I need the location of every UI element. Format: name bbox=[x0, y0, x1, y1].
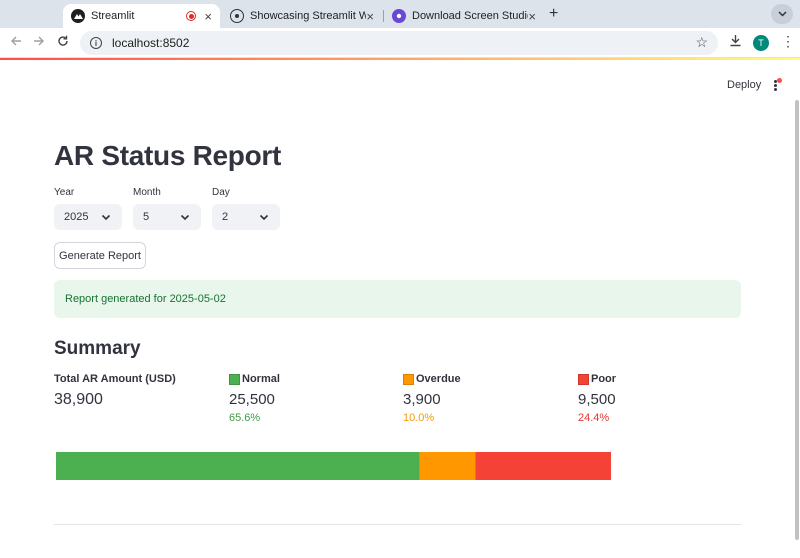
day-value: 2 bbox=[222, 211, 229, 223]
chevron-down-icon bbox=[259, 214, 269, 221]
metric-value: 38,900 bbox=[54, 391, 103, 408]
chevron-down-icon bbox=[101, 214, 111, 221]
app-main-menu-icon[interactable] bbox=[772, 78, 782, 92]
tab-title: Download Screen Studio for bbox=[412, 10, 528, 22]
screen-studio-favicon-icon bbox=[392, 9, 406, 23]
reload-icon[interactable] bbox=[57, 34, 69, 50]
url-text: localhost:8502 bbox=[112, 36, 190, 50]
chevron-down-icon bbox=[180, 214, 190, 221]
normal-metric: Normal 25,500 65.6% bbox=[229, 372, 280, 424]
ar-status-stacked-bar bbox=[56, 452, 611, 480]
green-square-icon bbox=[229, 373, 240, 385]
month-value: 5 bbox=[143, 211, 150, 223]
month-select[interactable]: 5 bbox=[133, 204, 201, 230]
back-arrow-icon[interactable] bbox=[10, 34, 22, 50]
poor-metric: Poor 9,500 24.4% bbox=[578, 372, 617, 424]
stacked-bar-svg bbox=[56, 452, 611, 480]
site-info-icon[interactable]: i bbox=[90, 37, 102, 49]
close-tab-icon[interactable]: × bbox=[204, 9, 212, 24]
total-ar-metric: Total AR Amount (USD) 38,900 bbox=[54, 372, 176, 408]
bar-segment-normal bbox=[56, 452, 420, 480]
metric-percentage: 24.4% bbox=[578, 412, 610, 424]
browser-tab-strip: Streamlit × Showcasing Streamlit Work × … bbox=[0, 0, 800, 28]
metric-percentage: 65.6% bbox=[229, 412, 261, 424]
day-select[interactable]: 2 bbox=[212, 204, 280, 230]
tab-screen-studio[interactable]: Download Screen Studio for × bbox=[384, 4, 544, 28]
close-tab-icon[interactable]: × bbox=[366, 9, 374, 24]
streamlit-favicon-icon bbox=[71, 9, 85, 23]
tab-title: Streamlit bbox=[91, 10, 135, 22]
metric-percentage: 10.0% bbox=[403, 412, 435, 424]
page-scrollbar[interactable] bbox=[795, 100, 799, 540]
month-label: Month bbox=[133, 187, 161, 198]
tab-showcasing[interactable]: Showcasing Streamlit Work × bbox=[222, 4, 382, 28]
generic-site-favicon-icon bbox=[230, 9, 244, 23]
metric-value: 25,500 bbox=[229, 391, 275, 408]
summary-header: Summary bbox=[54, 338, 141, 359]
notification-dot-icon bbox=[777, 78, 782, 83]
address-bar[interactable]: i localhost:8502 ☆ bbox=[80, 31, 718, 55]
page-title: AR Status Report bbox=[54, 140, 281, 171]
metric-label: Normal bbox=[242, 373, 280, 385]
tab-search-chevron-icon[interactable] bbox=[771, 4, 793, 24]
recording-icon bbox=[186, 11, 197, 21]
day-label: Day bbox=[212, 187, 230, 198]
success-alert: Report generated for 2025-05-02 bbox=[54, 280, 741, 318]
tab-streamlit[interactable]: Streamlit × bbox=[63, 4, 220, 28]
metric-label: Poor bbox=[591, 373, 617, 385]
year-select[interactable]: 2025 bbox=[54, 204, 122, 230]
metric-value: 3,900 bbox=[403, 391, 441, 408]
bar-segment-poor bbox=[475, 452, 611, 480]
profile-avatar[interactable]: T bbox=[753, 35, 769, 51]
overdue-metric: Overdue 3,900 10.0% bbox=[403, 372, 461, 424]
deploy-button[interactable]: Deploy bbox=[727, 79, 761, 91]
browser-toolbar: i localhost:8502 ☆ T ⋮ bbox=[0, 28, 800, 58]
metric-label: Overdue bbox=[416, 373, 461, 385]
bookmark-star-icon[interactable]: ☆ bbox=[695, 34, 708, 51]
new-tab-icon[interactable]: + bbox=[549, 5, 558, 23]
metric-value: 9,500 bbox=[578, 391, 616, 408]
close-tab-icon[interactable]: × bbox=[528, 9, 536, 24]
success-message: Report generated for 2025-05-02 bbox=[65, 293, 226, 305]
red-square-icon bbox=[578, 373, 589, 385]
bar-segment-overdue bbox=[419, 452, 476, 480]
year-label: Year bbox=[54, 187, 75, 198]
download-icon[interactable] bbox=[729, 34, 742, 50]
section-divider bbox=[54, 524, 741, 525]
generate-report-button[interactable]: Generate Report bbox=[54, 242, 146, 269]
tab-title: Showcasing Streamlit Work bbox=[250, 10, 367, 22]
orange-square-icon bbox=[403, 373, 414, 385]
year-value: 2025 bbox=[64, 211, 89, 223]
streamlit-app: Deploy AR Status Report Year 2025 Month … bbox=[0, 60, 800, 558]
browser-menu-icon[interactable]: ⋮ bbox=[781, 34, 795, 48]
forward-arrow-icon[interactable] bbox=[33, 34, 45, 50]
metric-label: Total AR Amount (USD) bbox=[54, 373, 176, 385]
